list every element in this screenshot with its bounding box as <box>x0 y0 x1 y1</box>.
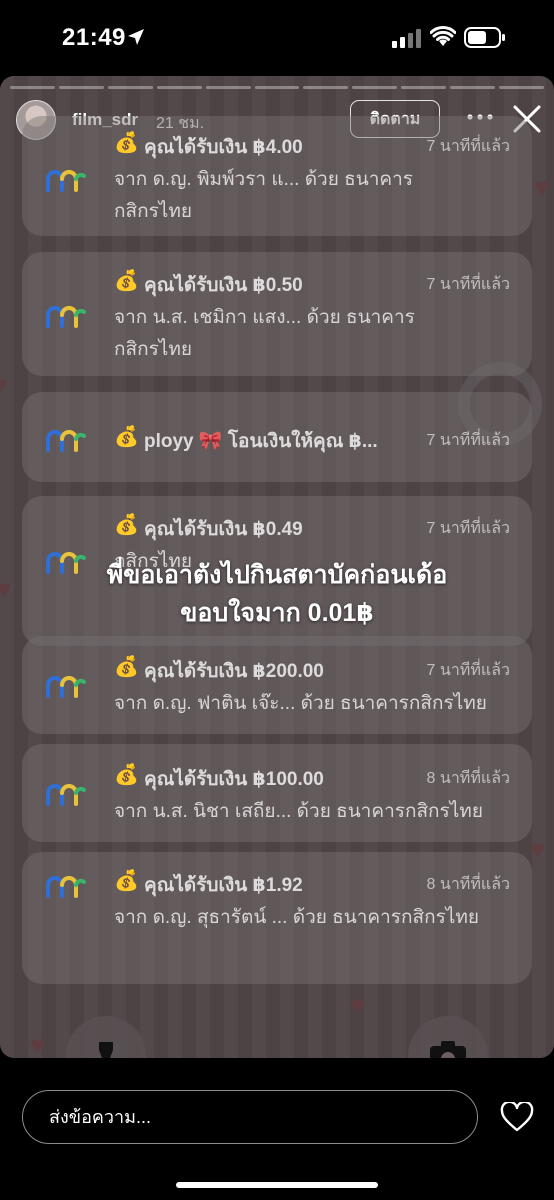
notification-card[interactable]: 💰 คุณได้รับเงิน ฿0.50 7 นาทีที่แล้ว จาก … <box>22 252 532 376</box>
notification-title: ployy 🎀 โอนเงินให้คุณ ฿... <box>144 431 378 452</box>
notification-body-line-1: จาก น.ส. เชมิกา แสง... ด้วย ธนาคาร <box>114 307 415 328</box>
notification-body: จาก น.ส. เชมิกา แสง... ด้วย ธนาคาร กสิกร… <box>114 302 514 366</box>
progress-segment <box>352 86 398 89</box>
notification-body: จาก ด.ญ. สุธารัตน์ ... ด้วย ธนาคารกสิกรไ… <box>114 902 514 934</box>
money-bag-icon: 💰 <box>114 132 139 154</box>
signal-icon <box>392 29 421 48</box>
notification-body-line-1: จาก ด.ญ. ฟาติน เจ๊ะ... ด้วย ธนาคารกสิกรไ… <box>114 693 487 714</box>
caption-line-1: พี่ขอเอาตังไปกินสตาบัคก่อนเด้อ <box>106 561 448 589</box>
status-bar: 21:49 <box>0 0 554 76</box>
notification-title: คุณได้รับเงิน ฿1.92 <box>144 875 303 896</box>
caption-line-2: ขอบใจมาก 0.01฿ <box>180 599 374 627</box>
notification-card[interactable]: 💰 ployy 🎀 โอนเงินให้คุณ ฿... 7 นาทีที่แล… <box>22 392 532 482</box>
battery-icon <box>464 27 505 48</box>
money-bag-icon: 💰 <box>114 426 139 448</box>
progress-segment <box>107 86 153 89</box>
progress-segment <box>58 86 104 89</box>
progress-segment <box>401 86 447 89</box>
camera-icon <box>408 1016 488 1058</box>
story-caption: พี่ขอเอาตังไปกินสตาบัคก่อนเด้อ ขอบใจมาก … <box>0 556 554 632</box>
bank-logo-icon <box>46 876 86 898</box>
notification-title: คุณได้รับเงิน ฿0.49 <box>144 519 303 540</box>
bank-logo-icon <box>46 430 86 452</box>
notification-time: 8 นาทีที่แล้ว <box>426 770 510 787</box>
notification-title: คุณได้รับเงิน ฿0.50 <box>144 275 303 296</box>
progress-segment <box>10 86 55 89</box>
notification-body-line-1: จาก ด.ญ. พิมพ์วรา แ... ด้วย ธนาคาร <box>114 169 413 190</box>
notification-body-line-1: จาก ด.ญ. สุธารัตน์ ... ด้วย ธนาคารกสิกรไ… <box>114 907 480 928</box>
story-viewer[interactable]: ♥ ♥ ♥ ♥ ♥ ♥ film_sdr 21 ชม. ติดตาม 💰 คุณ… <box>0 76 554 1058</box>
money-bag-icon: 💰 <box>114 514 139 536</box>
notification-body: จาก ด.ญ. ฟาติน เจ๊ะ... ด้วย ธนาคารกสิกรไ… <box>114 688 514 720</box>
reply-bar <box>0 1058 554 1200</box>
heart-icon[interactable] <box>500 1102 534 1132</box>
story-progress-bar <box>10 86 544 89</box>
notification-time: 8 นาทีที่แล้ว <box>426 876 510 893</box>
notification-time: 7 นาทีที่แล้ว <box>426 662 510 679</box>
message-input[interactable] <box>22 1090 478 1144</box>
progress-segment <box>303 86 349 89</box>
bank-logo-icon <box>46 170 86 192</box>
bank-logo-icon <box>46 676 86 698</box>
wifi-icon <box>430 26 456 46</box>
notification-body-line-2: กสิกรไทย <box>114 201 193 222</box>
notification-time: 7 นาทีที่แล้ว <box>426 276 510 293</box>
notification-body-line-1: จาก น.ส. นิชา เสถีย... ด้วย ธนาคารกสิกรไ… <box>114 801 483 822</box>
notification-title: คุณได้รับเงิน ฿100.00 <box>144 769 324 790</box>
location-arrow-icon <box>128 29 144 45</box>
progress-segment <box>450 86 496 89</box>
home-indicator <box>176 1182 378 1188</box>
money-bag-icon: 💰 <box>114 270 139 292</box>
status-time: 21:49 <box>62 24 126 51</box>
money-bag-icon: 💰 <box>114 870 139 892</box>
notification-card[interactable]: 💰 คุณได้รับเงิน ฿1.92 8 นาทีที่แล้ว จาก … <box>22 852 532 984</box>
notification-card[interactable]: 💰 คุณได้รับเงิน ฿100.00 8 นาทีที่แล้ว จา… <box>22 744 532 842</box>
bank-logo-icon <box>46 306 86 328</box>
notification-card[interactable]: 💰 คุณได้รับเงิน ฿4.00 7 นาทีที่แล้ว จาก … <box>22 116 532 236</box>
notification-card[interactable]: 💰 คุณได้รับเงิน ฿200.00 7 นาทีที่แล้ว จา… <box>22 636 532 734</box>
bank-logo-icon <box>46 784 86 806</box>
notification-title: คุณได้รับเงิน ฿4.00 <box>144 137 303 158</box>
notification-time: 7 นาทีที่แล้ว <box>426 432 510 449</box>
notification-time: 7 นาทีที่แล้ว <box>426 520 510 537</box>
flash-icon <box>66 1016 146 1058</box>
progress-segment <box>156 86 202 89</box>
money-bag-icon: 💰 <box>114 656 139 678</box>
notification-body: จาก ด.ญ. พิมพ์วรา แ... ด้วย ธนาคาร กสิกร… <box>114 164 514 228</box>
progress-segment <box>205 86 251 89</box>
notification-body: จาก น.ส. นิชา เสถีย... ด้วย ธนาคารกสิกรไ… <box>114 796 514 828</box>
notification-title: คุณได้รับเงิน ฿200.00 <box>144 661 324 682</box>
notification-body-line-2: กสิกรไทย <box>114 339 193 360</box>
notification-time: 7 นาทีที่แล้ว <box>426 138 510 155</box>
progress-segment <box>254 86 300 89</box>
progress-segment <box>499 86 544 89</box>
money-bag-icon: 💰 <box>114 764 139 786</box>
